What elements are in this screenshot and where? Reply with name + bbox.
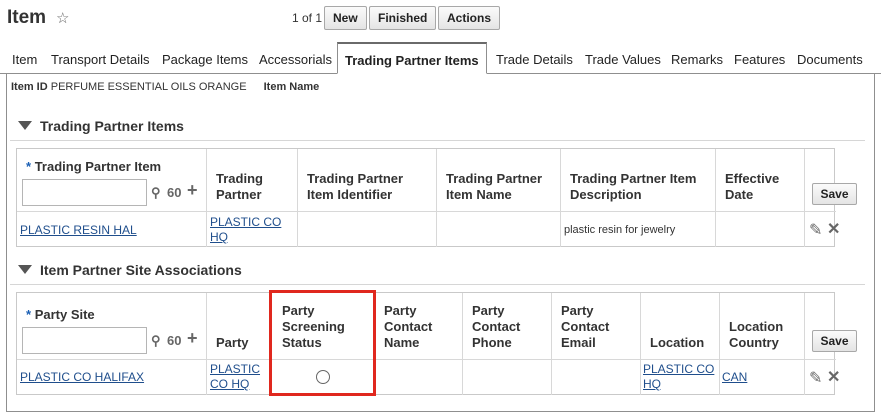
location-country-link[interactable]: CAN [722, 370, 747, 384]
save-button[interactable]: Save [812, 183, 857, 205]
table-row-cell [437, 212, 561, 247]
section-title: Trading Partner Items [40, 118, 184, 134]
new-button[interactable]: New [324, 6, 367, 30]
tab-transport-details[interactable]: Transport Details [51, 52, 150, 67]
highlight-box [269, 290, 376, 396]
item-summary-line: Item ID PERFUME ESSENTIAL OILS ORANGE It… [11, 81, 319, 93]
column-header-tp-identifier: Trading Partner Item Identifier [298, 149, 437, 212]
table-row-cell: PLASTIC CO HQ [641, 360, 720, 395]
tab-package-items[interactable]: Package Items [162, 52, 248, 67]
column-header-party-contact-email: Party Contact Email [552, 293, 641, 360]
record-pager: 1 of 1 [292, 11, 323, 25]
tab-bar: Item Transport Details Package Items Acc… [0, 42, 881, 74]
tab-features[interactable]: Features [734, 52, 785, 67]
table-row-cell: PLASTIC CO HALIFAX [17, 360, 207, 395]
item-name-label: Item Name [263, 81, 320, 93]
item-partner-site-associations-header[interactable]: Item Partner Site Associations [18, 262, 242, 278]
column-header-tp-item: * Trading Partner Item ⚲ 60 + [17, 149, 207, 212]
table-row-cell [552, 360, 641, 395]
finished-button[interactable]: Finished [369, 6, 437, 30]
section-divider [10, 284, 865, 285]
plus-icon[interactable]: + [187, 329, 198, 347]
pencil-icon[interactable]: ✎ [809, 220, 822, 240]
column-header-party-contact-phone: Party Contact Phone [463, 293, 552, 360]
save-button[interactable]: Save [812, 330, 857, 352]
tp-description-value: plastic resin for jewelry [564, 224, 676, 236]
header-label: Party Contact Email [561, 303, 610, 350]
header-label: Party Site [34, 307, 95, 322]
tab-accessorials[interactable]: Accessorials [259, 52, 332, 67]
plus-icon[interactable]: + [187, 181, 198, 199]
binoculars-icon[interactable]: 60 [167, 333, 181, 349]
column-header-party-contact-name: Party Contact Name [375, 293, 463, 360]
header-label: Trading Partner Item Identifier [307, 171, 404, 202]
triangle-down-icon[interactable] [18, 265, 32, 274]
item-partner-site-associations-table: * Party Site ⚲ 60 + Party Party Screenin… [16, 292, 857, 395]
required-marker: * [26, 307, 32, 322]
column-header-tp-description: Trading Partner Item Description [561, 149, 716, 212]
table-row-cell [716, 212, 805, 247]
trading-partner-items-header[interactable]: Trading Partner Items [18, 118, 184, 134]
table-row-cell: CAN [720, 360, 805, 395]
header-label: Party Contact Name [384, 303, 433, 350]
party-site-link[interactable]: PLASTIC CO HALIFAX [20, 370, 144, 384]
column-header-party-site: * Party Site ⚲ 60 + [17, 293, 207, 360]
close-x-icon[interactable]: ✕ [827, 219, 840, 239]
page-header: Item ☆ 1 of 1 New Finished Actions [0, 0, 881, 40]
column-header-tp: Trading Partner [207, 149, 298, 212]
table-row-cell: PLASTIC RESIN HAL [17, 212, 207, 247]
binoculars-icon[interactable]: 60 [167, 185, 181, 201]
item-id-label: Item ID [11, 81, 48, 93]
tp-item-link[interactable]: PLASTIC RESIN HAL [20, 223, 137, 237]
tab-trade-values[interactable]: Trade Values [585, 52, 661, 67]
table-row-cell [463, 360, 552, 395]
table-row-cell: plastic resin for jewelry [561, 212, 716, 247]
tab-item[interactable]: Item [12, 52, 37, 67]
header-label: Location [650, 335, 705, 350]
close-x-icon[interactable]: ✕ [827, 367, 840, 387]
tab-documents[interactable]: Documents [797, 52, 863, 67]
tab-trade-details[interactable]: Trade Details [496, 52, 573, 67]
section-divider [10, 140, 865, 141]
item-id-value: PERFUME ESSENTIAL OILS ORANGE [50, 81, 247, 93]
column-header-location-country: Location Country [720, 293, 805, 360]
triangle-down-icon[interactable] [18, 121, 32, 130]
party-site-filter-input[interactable] [22, 327, 147, 354]
page-title: Item [7, 7, 47, 28]
trading-partner-link[interactable]: PLASTIC CO HQ [210, 215, 290, 245]
section-title: Item Partner Site Associations [40, 262, 242, 278]
table-row-cell: PLASTIC CO HQ [207, 360, 270, 395]
header-label: Trading Partner Item [34, 159, 162, 174]
tp-item-filter-input[interactable] [22, 179, 147, 206]
header-label: Trading Partner Item Name [446, 171, 543, 202]
column-header-party: Party [207, 293, 270, 360]
required-marker: * [26, 159, 32, 174]
column-header-tp-name: Trading Partner Item Name [437, 149, 561, 212]
tab-trading-partner-items[interactable]: Trading Partner Items [337, 42, 487, 74]
header-label: Effective Date [725, 171, 780, 202]
tab-remarks[interactable]: Remarks [671, 52, 723, 67]
table-row-cell: PLASTIC CO HQ [207, 212, 298, 247]
trading-partner-items-table: * Trading Partner Item ⚲ 60 + Trading Pa… [16, 148, 857, 247]
header-label: Party [216, 335, 249, 350]
table-row-cell [375, 360, 463, 395]
actions-button[interactable]: Actions [438, 6, 501, 30]
location-link[interactable]: PLASTIC CO HQ [643, 362, 717, 392]
party-link[interactable]: PLASTIC CO HQ [210, 362, 266, 392]
header-label: Party Contact Phone [472, 303, 521, 350]
search-icon[interactable]: ⚲ [151, 185, 161, 201]
star-outline-icon[interactable]: ☆ [56, 9, 69, 27]
header-label: Trading Partner Item Description [570, 171, 697, 202]
pencil-icon[interactable]: ✎ [809, 368, 822, 388]
column-header-effective-date: Effective Date [716, 149, 805, 212]
header-label: Trading Partner [216, 171, 263, 202]
table-row-cell [298, 212, 437, 247]
search-icon[interactable]: ⚲ [151, 333, 161, 349]
column-header-location: Location [641, 293, 720, 360]
header-label: Location Country [729, 319, 784, 350]
